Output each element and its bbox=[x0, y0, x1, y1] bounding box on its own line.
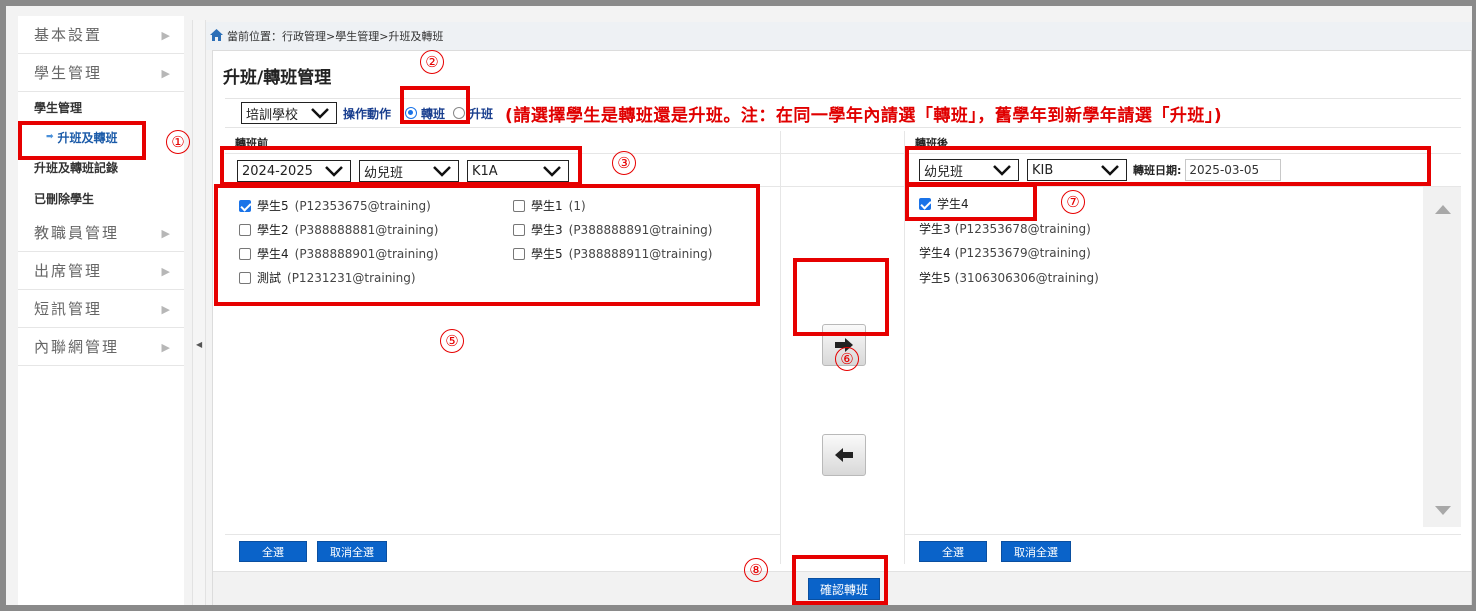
select-all-button[interactable]: 全選 bbox=[919, 541, 987, 562]
school-select[interactable]: 培訓學校 bbox=[241, 102, 337, 124]
sidebar-item-deleted-students[interactable]: 已刪除學生 bbox=[18, 183, 184, 214]
deselect-all-button[interactable]: 取消全選 bbox=[1001, 541, 1071, 562]
move-left-button[interactable] bbox=[822, 434, 866, 476]
annotation-number-7: ⑦ bbox=[1061, 190, 1085, 214]
menu-intranet-management[interactable]: 內聯網管理 ▶ bbox=[18, 328, 184, 366]
page-title: 升班/轉班管理 bbox=[223, 68, 332, 88]
annotation-number-3: ③ bbox=[612, 151, 636, 175]
list-item[interactable]: 学生4 (P12353679@training) bbox=[919, 244, 1091, 261]
annotation-number-8: ⑧ bbox=[744, 558, 768, 582]
breadcrumb-text: 當前位置：行政管理>學生管理>升班及轉班 bbox=[227, 30, 444, 43]
annotation-box-3 bbox=[220, 146, 582, 186]
chevron-right-icon: ▶ bbox=[161, 29, 170, 42]
middle-spacer bbox=[781, 153, 904, 187]
deselect-all-button[interactable]: 取消全選 bbox=[317, 541, 387, 562]
annotation-box-6 bbox=[793, 258, 889, 336]
home-icon bbox=[210, 28, 223, 44]
list-item[interactable]: 学生3 (P12353678@training) bbox=[919, 220, 1091, 237]
select-all-button[interactable]: 全選 bbox=[239, 541, 307, 562]
menu-basic-settings[interactable]: 基本設置 ▶ bbox=[18, 16, 184, 54]
annotation-box-8 bbox=[792, 555, 888, 605]
annotation-number-5: ⑤ bbox=[440, 329, 464, 353]
menu-attendance-management[interactable]: 出席管理 ▶ bbox=[18, 252, 184, 290]
annotation-number-1: ① bbox=[166, 130, 190, 154]
after-button-row: 全選 取消全選 bbox=[905, 534, 1461, 564]
menu-staff-management[interactable]: 教職員管理 ▶ bbox=[18, 214, 184, 252]
annotation-number-2: ② bbox=[420, 50, 444, 74]
sidebar: 基本設置 ▶ 學生管理 ▶ 學生管理 ➡ 升班及轉班 升班及轉班記錄 已刪除學生… bbox=[18, 16, 184, 605]
annotation-box-7-header bbox=[905, 146, 1431, 186]
operation-label: 操作動作 bbox=[343, 106, 392, 121]
chevron-left-icon: ◀ bbox=[196, 340, 203, 349]
arrow-left-icon bbox=[835, 448, 853, 462]
chevron-right-icon: ▶ bbox=[161, 227, 170, 240]
list-item[interactable]: 学生5 (3106306306@training) bbox=[919, 269, 1099, 286]
before-button-row: 全選 取消全選 bbox=[225, 534, 780, 564]
app-window: 基本設置 ▶ 學生管理 ▶ 學生管理 ➡ 升班及轉班 升班及轉班記錄 已刪除學生… bbox=[0, 0, 1476, 611]
scroll-down-icon[interactable] bbox=[1435, 506, 1451, 515]
list-scrollbar[interactable] bbox=[1423, 187, 1461, 527]
chevron-right-icon: ▶ bbox=[161, 303, 170, 316]
scroll-up-icon[interactable] bbox=[1435, 205, 1451, 214]
breadcrumb: 當前位置：行政管理>學生管理>升班及轉班 bbox=[206, 22, 1472, 50]
menu-sms-management[interactable]: 短訊管理 ▶ bbox=[18, 290, 184, 328]
chevron-down-icon bbox=[311, 108, 329, 119]
menu-student-management[interactable]: 學生管理 ▶ bbox=[18, 54, 184, 92]
section-title-student-management: 學生管理 bbox=[34, 100, 83, 115]
annotation-box-7 bbox=[905, 183, 1037, 221]
annotation-box-2 bbox=[400, 86, 470, 124]
chevron-right-icon: ▶ bbox=[161, 341, 170, 354]
chevron-right-icon: ▶ bbox=[161, 265, 170, 278]
menu-label: 學生管理 bbox=[34, 64, 103, 82]
menu-label: 基本設置 bbox=[34, 26, 103, 44]
instruction-hint: (請選擇學生是轉班還是升班。注：在同一學年內請選「轉班」，舊學年到新學年請選「升… bbox=[505, 105, 1223, 126]
annotation-box-5 bbox=[214, 184, 760, 306]
after-student-list: 学生4 学生3 (P12353678@training) 学生4 (P1235367… bbox=[905, 187, 1461, 534]
chevron-right-icon: ▶ bbox=[161, 67, 170, 80]
sidebar-collapse-handle[interactable]: ◀ bbox=[192, 20, 206, 605]
annotation-box-1 bbox=[18, 121, 146, 160]
annotation-number-6: ⑥ bbox=[835, 347, 859, 371]
